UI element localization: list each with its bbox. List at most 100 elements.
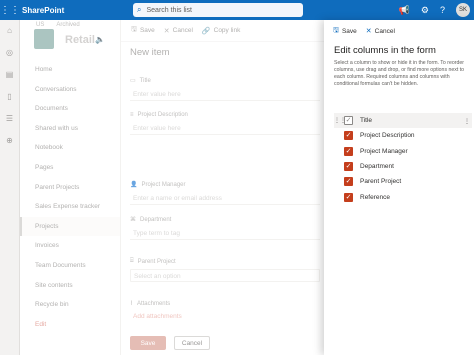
form-save-command[interactable]: 🖫 Save xyxy=(131,25,155,36)
megaphone-icon[interactable]: 📢 xyxy=(399,5,410,16)
app-name[interactable]: SharePoint xyxy=(22,6,64,15)
gear-icon[interactable]: ⚙ xyxy=(421,5,429,16)
department-input[interactable]: Type term to tag xyxy=(130,227,320,240)
globe-icon[interactable]: ◎ xyxy=(0,42,19,64)
app-launcher-icon[interactable]: ⋮⋮ xyxy=(0,0,20,20)
nav-item-invoices[interactable]: Invoices xyxy=(20,236,120,256)
form-command-bar: 🖫 Save ✕ Cancel 🔗 Copy link xyxy=(121,20,324,42)
save-button[interactable]: Save xyxy=(130,336,166,350)
news-icon[interactable]: ▤ xyxy=(0,64,19,86)
close-icon: ✕ xyxy=(163,27,170,35)
field-label: Project Description xyxy=(137,112,188,118)
panel-save-command[interactable]: 🖫 Save xyxy=(333,26,357,37)
new-item-form: 🖫 Save ✕ Cancel 🔗 Copy link New item ▭ Title… xyxy=(120,20,324,355)
nav-item-sales-expense-tracker[interactable]: Sales Expense tracker xyxy=(20,197,120,217)
nav-item-pages[interactable]: Pages xyxy=(20,158,120,178)
panel-cancel-label: Cancel xyxy=(374,27,395,35)
multiline-text-icon: ≡ xyxy=(130,112,134,118)
field-department: ⌘ Department Type term to tag xyxy=(130,216,320,240)
column-row-title[interactable]: ⋮⋮ ✓ Title ⋮ xyxy=(334,113,472,129)
panel-description: Select a column to show or hide it in th… xyxy=(334,60,465,87)
field-title: ▭ Title Enter value here xyxy=(130,77,320,101)
drag-handle-icon[interactable]: ⋮⋮ xyxy=(334,117,346,124)
column-checkbox[interactable]: ✓ xyxy=(344,131,353,141)
home-icon[interactable]: ⌂ xyxy=(0,20,19,42)
form-buttons: Save Cancel xyxy=(130,336,210,350)
field-label: Title xyxy=(139,77,151,84)
breadcrumb-item[interactable]: Archived xyxy=(56,22,79,28)
field-project-manager: 👤 Project Manager Enter a name or email a… xyxy=(130,181,320,205)
column-row-department[interactable]: ✓ Department xyxy=(334,159,472,174)
form-title: New item xyxy=(130,47,170,58)
field-label: Department xyxy=(140,216,172,223)
nav-item-conversations[interactable]: Conversations xyxy=(20,80,120,100)
parent-project-select[interactable]: Select an option xyxy=(130,269,320,282)
add-attachments-link[interactable]: Add attachments xyxy=(130,313,320,320)
tag-icon: ⌘ xyxy=(130,217,136,223)
nav-item-projects[interactable]: Projects xyxy=(20,216,120,237)
site-navigation: Home Conversations Documents Shared with… xyxy=(20,60,120,334)
field-attachments: ⌇ Attachments Add attachments xyxy=(130,300,320,321)
column-label: Title xyxy=(360,117,373,125)
file-icon[interactable]: ▯ xyxy=(0,86,19,108)
site-logo[interactable] xyxy=(34,29,54,49)
form-cancel-command[interactable]: ✕ Cancel xyxy=(164,27,193,35)
nav-edit-link[interactable]: Edit xyxy=(20,315,120,335)
text-field-icon: ▭ xyxy=(130,78,136,84)
column-row-project-manager[interactable]: ✓ Project Manager xyxy=(334,144,472,159)
panel-save-label: Save xyxy=(341,27,357,35)
project-description-input[interactable]: Enter value here xyxy=(130,122,320,135)
column-row-parent-project[interactable]: ✓ Parent Project xyxy=(334,174,472,189)
close-icon: ✕ xyxy=(365,28,372,35)
column-checkbox[interactable]: ✓ xyxy=(344,162,353,172)
header-actions: 📢 ⚙ ? SK xyxy=(399,0,470,20)
nav-item-recycle-bin[interactable]: Recycle bin xyxy=(20,295,120,315)
suite-header: ⋮⋮ SharePoint ⌕ Search this list 📢 ⚙ ? S… xyxy=(0,0,474,20)
project-manager-input[interactable]: Enter a name or email address xyxy=(130,192,320,205)
speaker-icon[interactable]: 🔈 xyxy=(95,35,105,44)
help-icon[interactable]: ? xyxy=(440,5,445,15)
panel-cancel-command[interactable]: ✕ Cancel xyxy=(365,27,395,36)
nav-item-home[interactable]: Home xyxy=(20,60,120,80)
breadcrumb-item[interactable]: US xyxy=(36,22,44,28)
lookup-icon: ⌸ xyxy=(130,258,134,264)
nav-item-team-documents[interactable]: Team Documents xyxy=(20,256,120,276)
panel-title: Edit columns in the form xyxy=(334,45,436,56)
column-row-project-description[interactable]: ✓ Project Description xyxy=(334,128,472,143)
form-cancel-label: Cancel xyxy=(172,27,193,34)
nav-item-documents[interactable]: Documents xyxy=(20,99,120,119)
more-options-icon[interactable]: ⋮ xyxy=(462,117,472,125)
nav-item-notebook[interactable]: Notebook xyxy=(20,138,120,158)
add-icon[interactable]: ⊕ xyxy=(0,130,19,152)
site-title[interactable]: Retail xyxy=(65,34,95,46)
column-checkbox[interactable]: ✓ xyxy=(344,192,353,202)
person-icon: 👤 xyxy=(130,182,138,188)
site-header: US Archived Retail 🔈 xyxy=(20,20,120,60)
nav-item-site-contents[interactable]: Site contents xyxy=(20,276,120,296)
cancel-button[interactable]: Cancel xyxy=(174,336,210,350)
copy-link-label: Copy link xyxy=(213,27,241,34)
search-box[interactable]: ⌕ Search this list xyxy=(133,3,303,17)
paperclip-icon: ⌇ xyxy=(130,301,133,307)
search-input[interactable]: Search this list xyxy=(146,7,192,14)
link-icon: 🔗 xyxy=(201,27,211,35)
column-checkbox[interactable]: ✓ xyxy=(344,146,353,156)
form-save-label: Save xyxy=(139,27,155,34)
column-checkbox[interactable]: ✓ xyxy=(344,177,353,187)
column-row-reference[interactable]: ✓ Reference xyxy=(334,189,472,204)
nav-item-shared-with-us[interactable]: Shared with us xyxy=(20,119,120,139)
edit-columns-panel: 🖫 Save ✕ Cancel Edit columns in the form S… xyxy=(324,20,474,355)
field-project-description: ≡ Project Description Enter value here xyxy=(130,112,320,135)
panel-command-bar: 🖫 Save ✕ Cancel xyxy=(324,20,474,42)
nav-item-parent-projects[interactable]: Parent Projects xyxy=(20,178,120,198)
save-icon: 🖫 xyxy=(131,26,137,33)
column-label: Project Manager xyxy=(360,147,408,155)
save-icon: 🖫 xyxy=(333,26,339,34)
copy-link-command[interactable]: 🔗 Copy link xyxy=(202,27,240,35)
title-input[interactable]: Enter value here xyxy=(130,88,320,101)
avatar[interactable]: SK xyxy=(456,3,470,17)
list-icon[interactable]: ☰ xyxy=(0,108,19,130)
column-list: ⋮⋮ ✓ Title ⋮ ✓ Project Description ✓ Pro… xyxy=(334,113,472,205)
app-rail: ⌂ ◎ ▤ ▯ ☰ ⊕ xyxy=(0,20,20,355)
search-icon: ⌕ xyxy=(137,5,142,14)
